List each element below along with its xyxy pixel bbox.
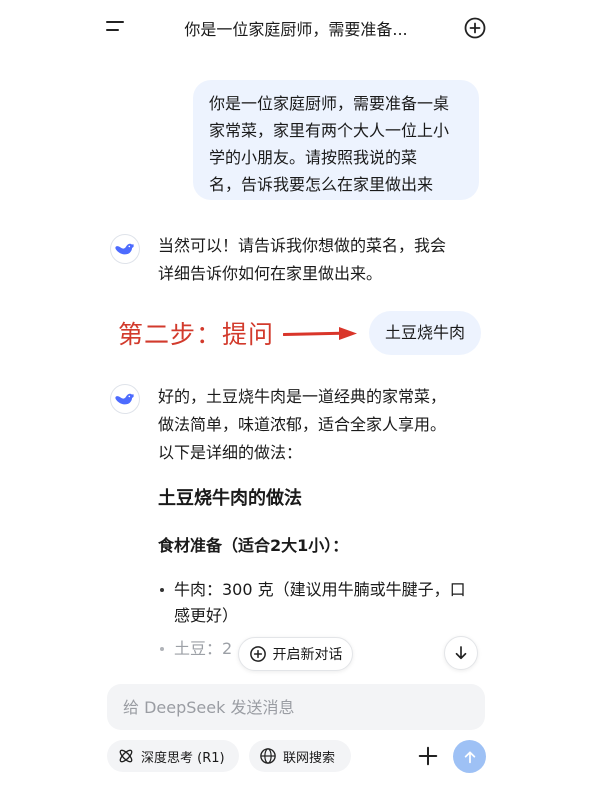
message-line: 当然可以！请告诉我你想做的菜名，我会 [158, 236, 447, 255]
message-line: 做法简单，味道浓郁，适合全家人享用。 [158, 415, 447, 434]
web-search-label: 联网搜索 [283, 750, 336, 766]
message-line: 学的小朋友。请按照我说的菜 [209, 148, 418, 167]
message-line: 名，告诉我要怎么在家里做出来 [209, 175, 434, 194]
chat-title: 你是一位家庭厨师，需要准备... [184, 20, 408, 39]
recipe-heading: 土豆烧牛肉的做法 [158, 488, 302, 509]
message-line: 详细告诉你如何在家里做出来。 [158, 264, 383, 283]
plus-circle-icon[interactable] [463, 16, 487, 40]
list-item-line: 感更好） [174, 606, 239, 625]
arrow-up-icon [464, 750, 475, 763]
list-item: 牛肉：300 克（建议用牛腩或牛腱子，口 感更好） [160, 577, 466, 629]
user-message-bubble: 你是一位家庭厨师，需要准备一桌 家常菜，家里有两个大人一位上小 学的小朋友。请按… [193, 80, 479, 200]
plus-icon [418, 746, 438, 766]
ingredients-heading: 食材准备（适合2大1小）： [158, 536, 349, 555]
deepseek-whale-icon [110, 384, 140, 414]
web-search-toggle[interactable]: 联网搜索 [249, 740, 351, 772]
deep-think-label: 深度思考 (R1) [141, 750, 225, 766]
red-arrow-icon [282, 325, 359, 347]
step-annotation: 第二步：提问 [118, 320, 275, 349]
message-input[interactable] [107, 684, 485, 730]
deepseek-whale-icon [110, 234, 140, 264]
user-message-bubble: 土豆烧牛肉 [369, 311, 481, 355]
assistant-message: 好的，土豆烧牛肉是一道经典的家常菜， 做法简单，味道浓郁，适合全家人享用。 以下… [158, 383, 446, 467]
message-line: 好的，土豆烧牛肉是一道经典的家常菜， [158, 387, 447, 406]
send-button[interactable] [453, 740, 486, 773]
list-item: 土豆：2 [160, 636, 232, 662]
atom-icon [119, 749, 133, 763]
attach-button[interactable] [415, 743, 441, 769]
message-line: 以下是详细的做法： [158, 443, 303, 462]
plus-circle-icon [249, 646, 266, 662]
bullet-dot-icon [160, 647, 164, 651]
message-line: 你是一位家庭厨师，需要准备一桌 [209, 94, 450, 113]
new-chat-label: 开启新对话 [272, 647, 343, 663]
assistant-message: 当然可以！请告诉我你想做的菜名，我会 详细告诉你如何在家里做出来。 [158, 232, 446, 288]
globe-icon [260, 748, 276, 764]
bullet-dot-icon [160, 588, 164, 592]
deep-think-toggle[interactable]: 深度思考 (R1) [107, 740, 239, 772]
scroll-down-button[interactable] [444, 636, 478, 670]
arrow-down-icon [455, 646, 467, 660]
list-item-line: 牛肉：300 克（建议用牛腩或牛腱子，口 [174, 580, 466, 599]
new-chat-button[interactable]: 开启新对话 [238, 637, 353, 671]
list-item-line: 土豆：2 [174, 639, 233, 658]
message-line: 家常菜，家里有两个大人一位上小 [209, 121, 450, 140]
